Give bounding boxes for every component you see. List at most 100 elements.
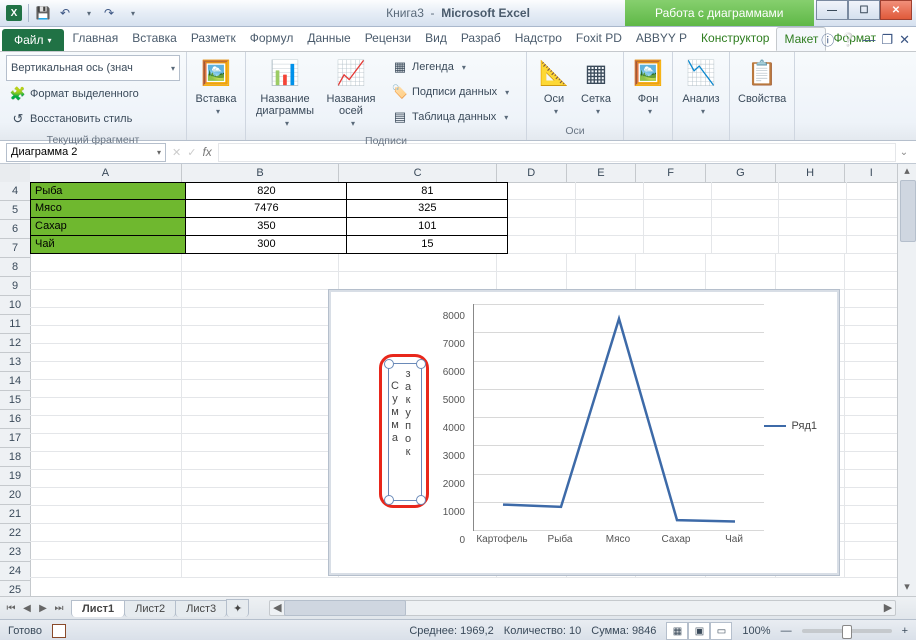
cell[interactable] (497, 272, 567, 290)
cell[interactable] (508, 182, 576, 200)
cell[interactable] (30, 524, 182, 542)
cell[interactable] (779, 182, 847, 200)
vertical-scrollbar[interactable]: ▴ ▾ (897, 164, 916, 596)
row-header[interactable]: 24 (0, 562, 30, 581)
cell[interactable] (779, 236, 847, 254)
row-header[interactable]: 7 (0, 239, 30, 258)
cell[interactable]: 81 (347, 182, 508, 200)
cell[interactable] (30, 398, 182, 416)
background-button[interactable]: 🖼️Фон (630, 55, 666, 120)
row-header[interactable]: 8 (0, 258, 30, 277)
vscroll-thumb[interactable] (900, 180, 916, 242)
row-header[interactable]: 16 (0, 410, 30, 429)
expand-formula-bar-icon[interactable]: ⌄ (896, 147, 912, 158)
cell[interactable] (182, 290, 340, 308)
cell[interactable] (847, 200, 898, 218)
cell[interactable] (644, 200, 712, 218)
cell[interactable] (182, 470, 340, 488)
cell[interactable] (845, 416, 898, 434)
cell[interactable] (712, 236, 780, 254)
row-header[interactable]: 17 (0, 429, 30, 448)
col-header-H[interactable]: H (776, 164, 846, 182)
cell[interactable] (845, 452, 898, 470)
cell[interactable] (845, 470, 898, 488)
cell[interactable] (847, 236, 898, 254)
tab-конструктор[interactable]: Конструктор (694, 27, 776, 49)
insert-button[interactable]: 🖼️Вставка (193, 55, 239, 120)
axes-button[interactable]: 📐Оси (533, 55, 575, 120)
legend-button[interactable]: ▦Легенда (388, 55, 513, 79)
cell[interactable] (30, 542, 182, 560)
cell[interactable] (508, 218, 576, 236)
qat-customize-icon[interactable] (121, 3, 141, 23)
col-header-I[interactable]: I (845, 164, 898, 182)
row-header[interactable]: 10 (0, 296, 30, 315)
col-header-F[interactable]: F (636, 164, 706, 182)
tab-данные[interactable]: Данные (300, 27, 357, 49)
help-icon[interactable]: ❔ (840, 32, 856, 48)
undo-icon[interactable]: ↶ (55, 3, 75, 23)
mdi-close-icon[interactable]: ✕ (899, 32, 910, 48)
properties-button[interactable]: 📋Свойства (736, 55, 788, 108)
cell[interactable] (712, 200, 780, 218)
cell[interactable] (847, 182, 898, 200)
y-axis-title[interactable]: Сумма закупок (388, 363, 422, 501)
tab-вставка[interactable]: Вставка (125, 27, 184, 49)
undo-dropdown-icon[interactable] (77, 3, 97, 23)
zoom-out-button[interactable]: — (781, 625, 792, 637)
cell[interactable] (30, 272, 182, 290)
chart-title-button[interactable]: 📊Название диаграммы (252, 55, 318, 132)
cell[interactable] (776, 254, 846, 272)
plot-area[interactable] (473, 304, 764, 531)
cell[interactable] (182, 254, 340, 272)
reset-style-button[interactable]: ↺Восстановить стиль (6, 107, 180, 131)
page-layout-view-button[interactable]: ▣ (688, 622, 710, 640)
row-header[interactable]: 4 (0, 182, 30, 201)
cell[interactable] (182, 308, 340, 326)
cell[interactable] (845, 524, 898, 542)
data-labels-button[interactable]: 🏷️Подписи данных (388, 80, 513, 104)
cell[interactable] (845, 254, 898, 272)
tab-abbyy p[interactable]: ABBYY P (629, 27, 694, 49)
new-sheet-button[interactable]: ✦ (226, 599, 249, 617)
mdi-minimize-icon[interactable]: — (862, 32, 875, 47)
cell[interactable] (182, 344, 340, 362)
cell[interactable] (845, 560, 898, 578)
cell[interactable] (576, 218, 644, 236)
file-tab[interactable]: Файл (2, 29, 64, 51)
cell[interactable] (182, 398, 340, 416)
cell[interactable] (845, 290, 898, 308)
cell[interactable] (576, 182, 644, 200)
col-header-B[interactable]: B (182, 164, 340, 182)
col-header-D[interactable]: D (497, 164, 567, 182)
cell[interactable] (779, 200, 847, 218)
cell[interactable] (779, 218, 847, 236)
tab-надстро[interactable]: Надстро (508, 27, 569, 49)
row-header[interactable]: 14 (0, 372, 30, 391)
cell[interactable]: Рыба (30, 182, 186, 200)
embedded-chart[interactable]: 800070006000500040003000200010000 Картоф… (328, 289, 840, 576)
cell[interactable] (182, 416, 340, 434)
cell[interactable] (30, 470, 182, 488)
normal-view-button[interactable]: ▦ (666, 622, 688, 640)
cell[interactable] (30, 560, 182, 578)
cell[interactable] (845, 488, 898, 506)
cell[interactable]: 325 (347, 200, 508, 218)
close-button[interactable]: ✕ (880, 0, 912, 20)
zoom-in-button[interactable]: + (902, 625, 908, 637)
row-header[interactable]: 18 (0, 448, 30, 467)
row-header[interactable]: 20 (0, 486, 30, 505)
mdi-restore-icon[interactable]: ❐ (881, 32, 893, 48)
cell[interactable] (30, 290, 182, 308)
cell[interactable] (30, 380, 182, 398)
horizontal-scrollbar[interactable]: ◀ ▶ (269, 600, 896, 616)
cell[interactable] (30, 344, 182, 362)
cell[interactable] (339, 254, 497, 272)
sheet-tab[interactable]: Лист3 (175, 600, 227, 617)
row-header[interactable]: 21 (0, 505, 30, 524)
row-header[interactable]: 23 (0, 543, 30, 562)
select-all-corner[interactable] (0, 164, 31, 183)
cell[interactable] (567, 272, 637, 290)
row-header[interactable]: 13 (0, 353, 30, 372)
cell[interactable] (845, 380, 898, 398)
